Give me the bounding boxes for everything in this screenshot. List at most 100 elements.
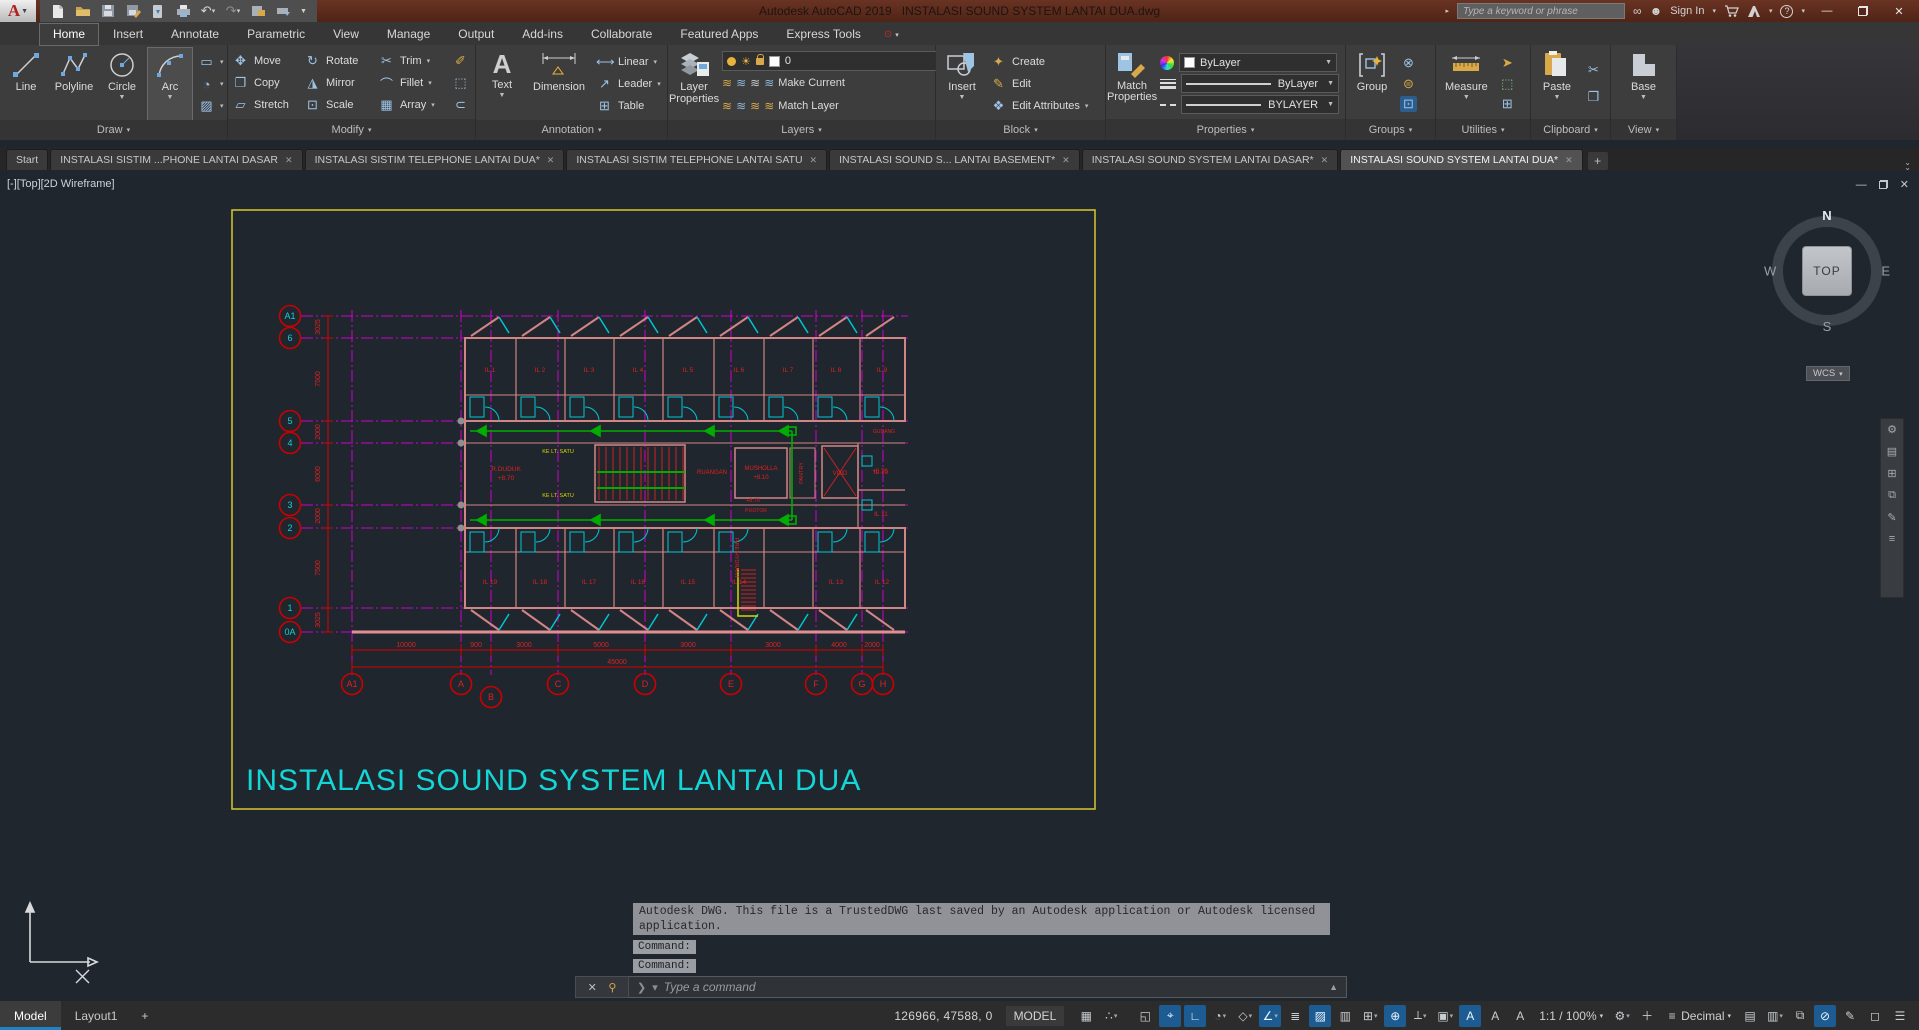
select-similar-icon[interactable]: ⬚ [1499, 76, 1516, 92]
group-button[interactable]: Group [1350, 48, 1394, 119]
viewport-controls[interactable]: [-][Top][2D Wireframe] [7, 178, 115, 190]
quick-select-icon[interactable]: ➤ [1499, 55, 1516, 71]
cut-icon[interactable]: ✂ [1585, 62, 1602, 78]
selection-cycling-icon[interactable]: ▥ [1334, 1005, 1356, 1027]
palette-properties-icon[interactable]: ⚙ [1887, 423, 1897, 436]
viewcube-top-face[interactable]: TOP [1802, 246, 1852, 296]
layer-properties-button[interactable]: Layer Properties [669, 48, 719, 120]
grid-toggle-icon[interactable]: ▦ [1075, 1005, 1097, 1027]
search-icon[interactable]: ∞ [1633, 4, 1642, 18]
arc-button[interactable]: Arc ▼ [147, 47, 193, 121]
trim-extend-icon[interactable]: ✎ [1839, 1005, 1861, 1027]
panel-label-block[interactable]: Block ▾ [936, 120, 1105, 140]
restore-button[interactable] [1849, 2, 1877, 20]
autocad-logo-icon[interactable]: A ▼ [0, 0, 36, 22]
graphics-performance-icon[interactable]: ▥ ▾ [1764, 1005, 1786, 1027]
quick-properties-icon[interactable]: ▤ [1739, 1005, 1761, 1027]
tab-manage[interactable]: Manage [374, 24, 443, 45]
copy-button[interactable]: ❐ Copy [232, 72, 302, 94]
tab-add-ins[interactable]: Add-ins [509, 24, 576, 45]
erase-icon[interactable]: ✐ [452, 50, 469, 72]
layer-on-icon[interactable] [727, 56, 736, 66]
dynamic-input-icon[interactable]: ⌖ [1159, 1004, 1182, 1027]
sign-in-caret-icon[interactable]: ▾ [1712, 7, 1716, 15]
close-command-icon[interactable]: ✕ [588, 981, 597, 994]
snap-mode-icon[interactable]: ∴ ▾ [1100, 1005, 1122, 1027]
command-line[interactable]: ✕ ⚲ ❯ ▾ Type a command ▲ [575, 976, 1347, 998]
panel-label-clipboard[interactable]: Clipboard ▾ [1531, 119, 1610, 140]
trim-button[interactable]: ✂ Trim ▾ [378, 50, 450, 72]
app-store-cart-icon[interactable] [1724, 4, 1739, 18]
object-snap-icon[interactable]: ∠ ▾ [1259, 1004, 1282, 1027]
layer-thaw-all-icon[interactable]: ≋ [750, 99, 760, 113]
create-block-button[interactable]: ✦ Create [990, 51, 1088, 73]
paste-button[interactable]: Paste ▼ [1535, 48, 1579, 119]
palette-layers-icon[interactable]: ▤ [1887, 445, 1897, 458]
save-as-icon[interactable] [125, 3, 141, 19]
linetype-select[interactable]: BYLAYER ▼ [1181, 95, 1339, 114]
selection-filtering-icon[interactable]: ▣ ▾ [1434, 1005, 1456, 1027]
annotation-scale-sync-icon[interactable]: A [1509, 1005, 1531, 1027]
new-drawing-tab-button[interactable]: + [1587, 152, 1608, 170]
help-icon[interactable]: ? [1780, 4, 1794, 18]
linear-dimension-button[interactable]: ⟷ Linear ▾ [596, 51, 661, 73]
model-tab[interactable]: Model [0, 1001, 61, 1030]
leader-button[interactable]: ↗ Leader ▾ [596, 73, 661, 95]
layer-unlock-all-icon[interactable]: ≋ [764, 99, 774, 113]
file-tab[interactable]: INSTALASI SISTIM TELEPHONE LANTAI DUA* ✕ [304, 149, 565, 170]
search-expander-icon[interactable]: ▸ [1445, 7, 1449, 15]
wcs-selector[interactable]: WCS ▾ [1806, 366, 1850, 381]
palette-xref-icon[interactable]: ⧉ [1888, 489, 1896, 502]
layer-isolate-icon[interactable]: ≋ [736, 76, 746, 90]
object-isolation-icon[interactable]: ⧉ [1789, 1005, 1811, 1027]
minimize-button[interactable]: — [1813, 2, 1841, 20]
polar-tracking-icon[interactable]: ◔ ▾ [1209, 1005, 1231, 1027]
group-selection-toggle-icon[interactable]: ⊡ [1400, 95, 1417, 112]
file-tab[interactable]: INSTALASI SOUND S... LANTAI BASEMENT* ✕ [829, 149, 1080, 170]
close-tab-icon[interactable]: ✕ [1321, 155, 1329, 166]
stretch-button[interactable]: ▱ Stretch [232, 94, 302, 116]
close-button[interactable]: ✕ [1885, 2, 1913, 20]
quick-calculator-icon[interactable]: ⊞ [1499, 96, 1516, 112]
lineweight-select[interactable]: ByLayer ▼ [1181, 74, 1339, 93]
object-snap-tracking-icon[interactable]: ⊕ [1384, 1004, 1407, 1027]
transparency-toggle-icon[interactable]: ▨ [1309, 1004, 1332, 1027]
palette-markup-icon[interactable]: ✎ [1887, 511, 1896, 524]
save-icon[interactable] [100, 3, 116, 19]
hardware-acceleration-icon[interactable]: ⊘ [1814, 1004, 1836, 1027]
redo-icon[interactable]: ↷ ▾ [225, 3, 241, 19]
viewcube-north[interactable]: N [1822, 208, 1831, 223]
dimension-button[interactable]: Dimension [528, 48, 590, 120]
file-tab[interactable]: INSTALASI SOUND SYSTEM LANTAI DASAR* ✕ [1081, 149, 1339, 170]
match-layer-button[interactable]: Match Layer [778, 100, 839, 112]
layer-walk-icon[interactable]: ≋ [736, 99, 746, 113]
rotate-button[interactable]: ↻ Rotate [304, 50, 376, 72]
panel-label-properties[interactable]: Properties ▾ [1106, 119, 1345, 140]
autoscale-icon[interactable]: A [1484, 1005, 1506, 1027]
3d-object-snap-icon[interactable]: ⊞ ▾ [1359, 1005, 1381, 1027]
object-color-select[interactable]: ByLayer ▼ [1179, 53, 1337, 72]
layout1-tab[interactable]: Layout1 [61, 1001, 132, 1030]
viewcube[interactable]: N S W E TOP [1762, 206, 1892, 336]
drawing-canvas[interactable]: [-][Top][2D Wireframe] — ✕ 3025 7500 200… [0, 170, 1919, 1001]
tab-output[interactable]: Output [445, 24, 507, 45]
move-button[interactable]: ✥ Move [232, 50, 302, 72]
new-layout-button[interactable]: + [131, 1001, 158, 1030]
table-button[interactable]: ⊞ Table [596, 95, 661, 117]
close-tab-icon[interactable]: ✕ [547, 155, 555, 166]
sheet-set-icon[interactable] [250, 3, 266, 19]
insert-block-button[interactable]: Insert ▼ [940, 48, 984, 120]
polyline-button[interactable]: Polyline [52, 48, 96, 120]
close-tab-icon[interactable]: ✕ [810, 155, 818, 166]
layer-unlock-icon[interactable] [755, 53, 764, 65]
ellipse-tool-icon[interactable]: ◔ ▾ [198, 73, 224, 95]
command-search-icon[interactable]: ⚲ [608, 981, 616, 994]
help-caret-icon[interactable]: ▾ [1801, 7, 1805, 15]
layer-freeze-icon[interactable]: ≋ [750, 76, 760, 90]
command-history-expand-icon[interactable]: ▲ [1329, 982, 1338, 992]
tab-insert[interactable]: Insert [100, 24, 156, 45]
panel-label-layers[interactable]: Layers ▾ [668, 120, 935, 140]
panel-label-annotation[interactable]: Annotation ▾ [476, 120, 667, 140]
close-tab-icon[interactable]: ✕ [1565, 155, 1573, 166]
dynamic-ucs-icon[interactable]: ⟂ ▾ [1409, 1005, 1431, 1027]
